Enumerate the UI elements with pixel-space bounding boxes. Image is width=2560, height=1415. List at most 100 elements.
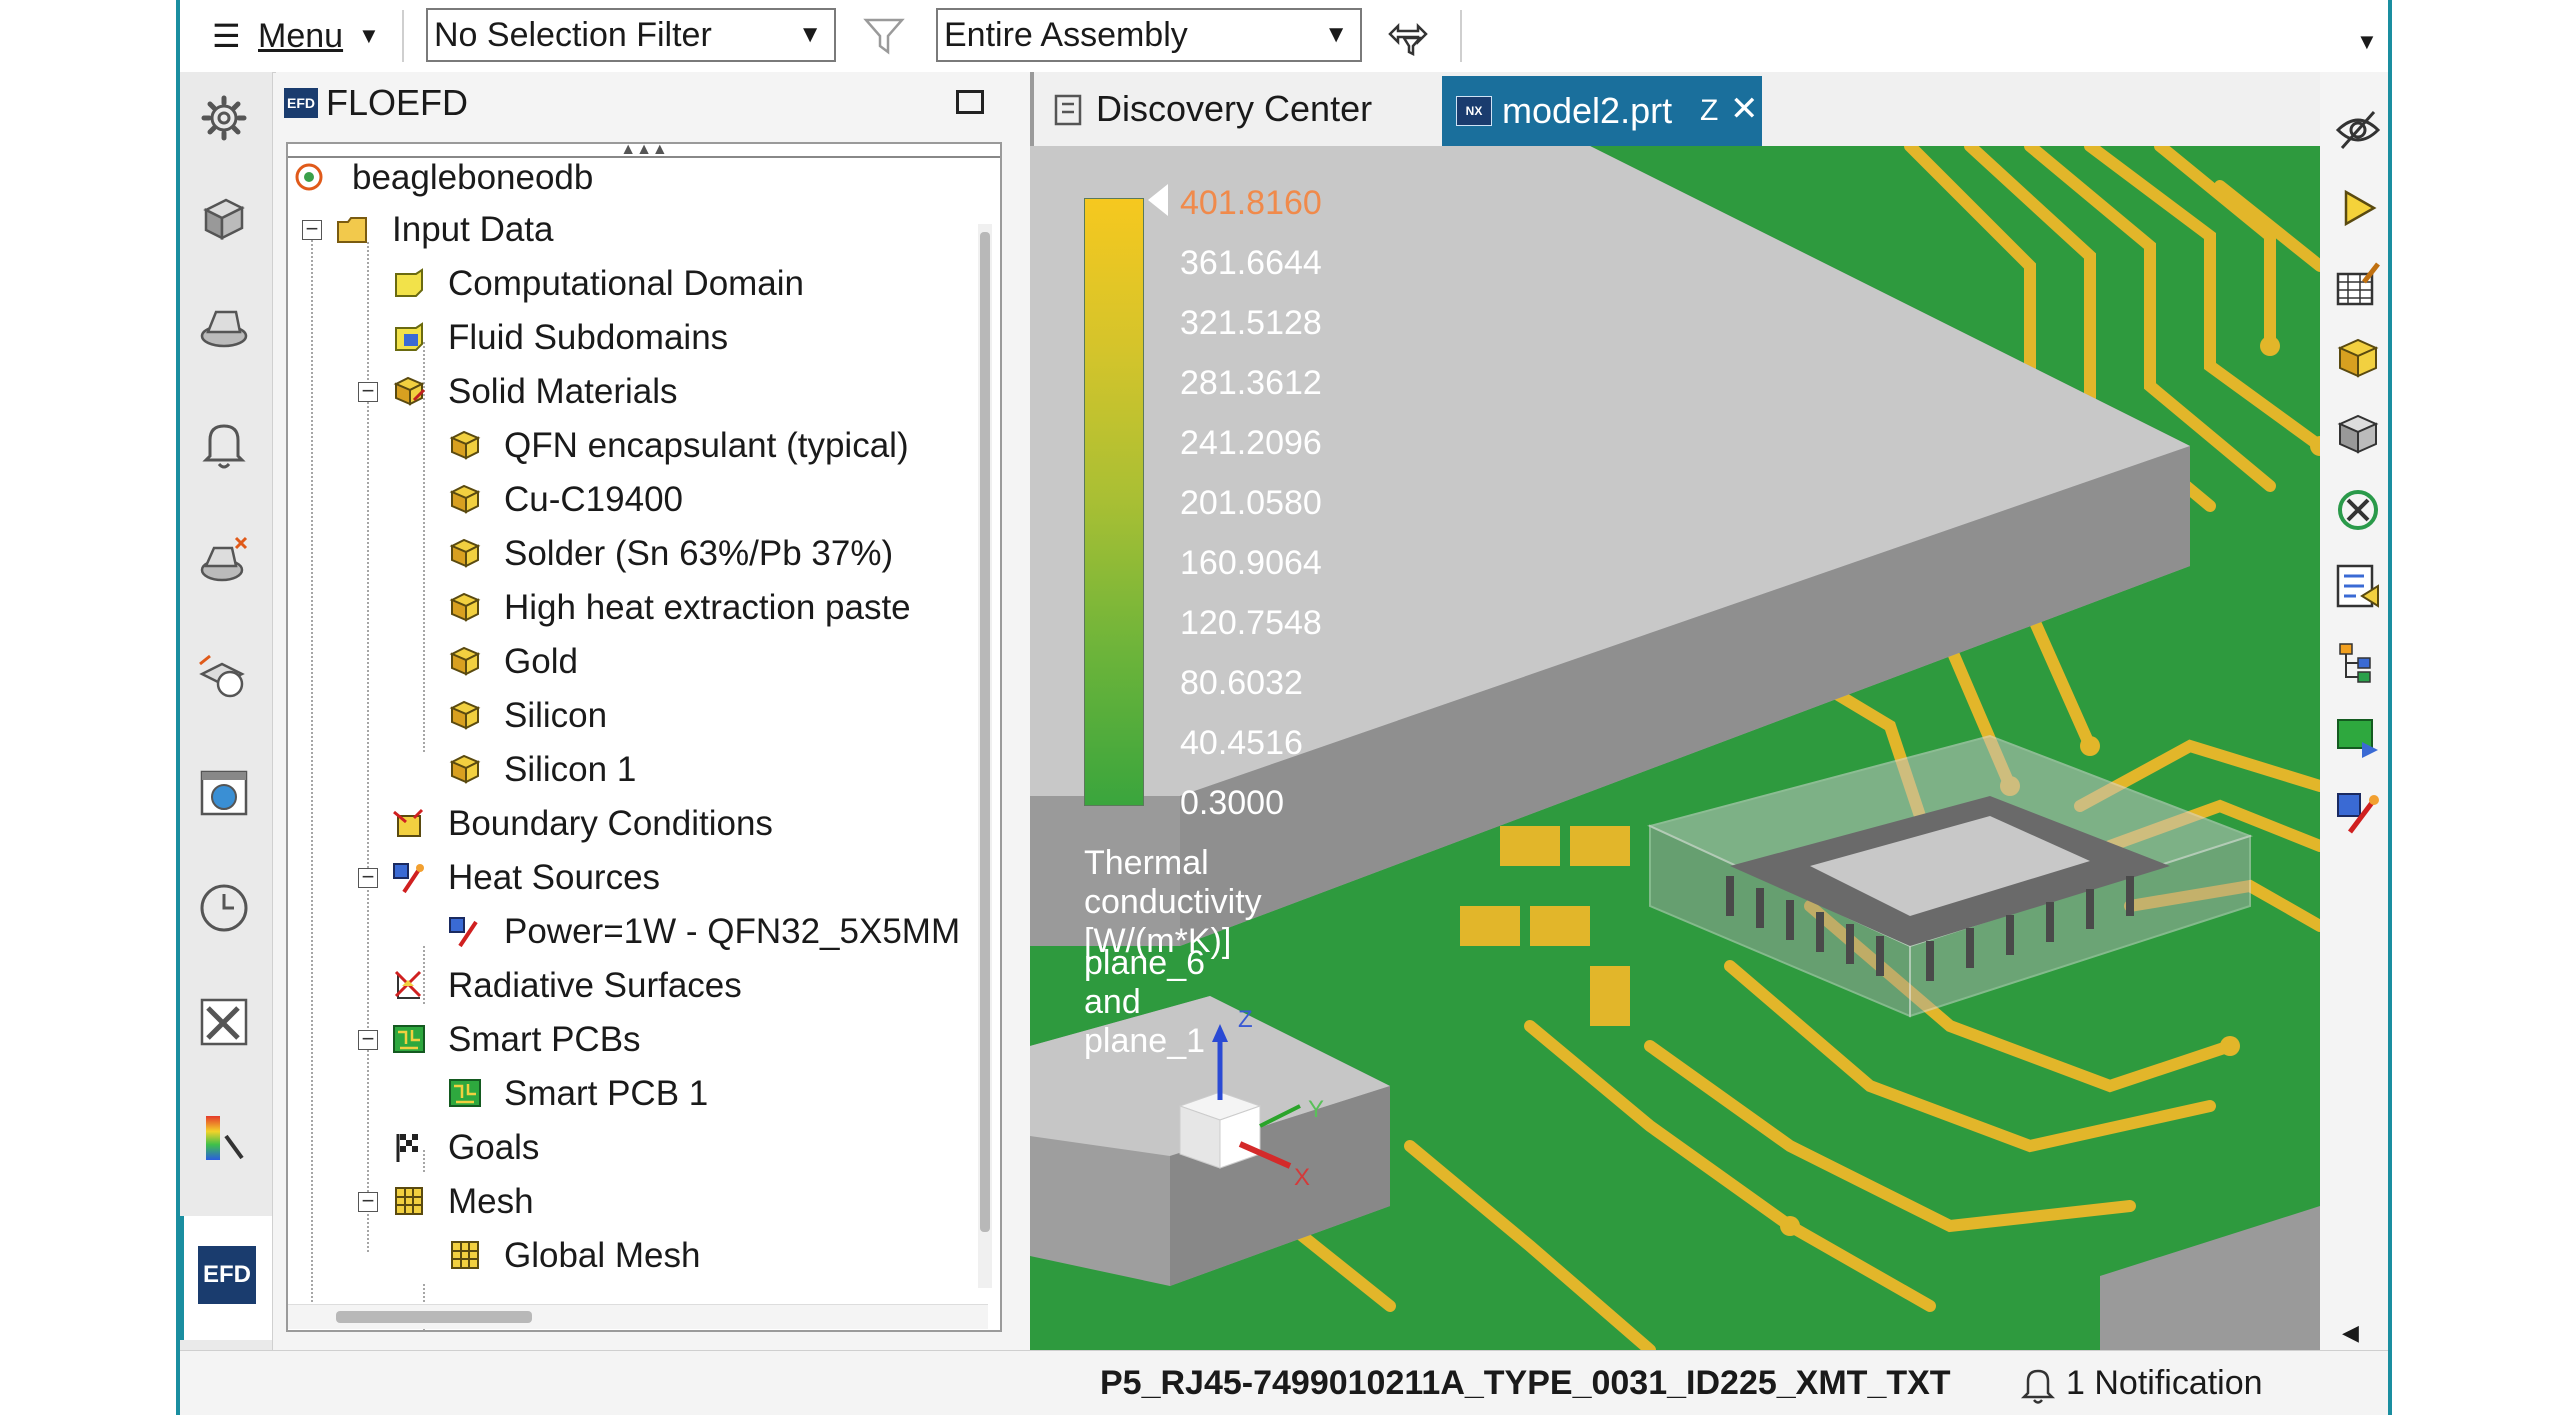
hide-eye-icon[interactable] [2334, 108, 2382, 152]
legend-max-value: 401.8160 [1180, 184, 1322, 222]
selection-intent-icon[interactable] [1386, 12, 1434, 60]
discovery-center-icon [1054, 94, 1082, 126]
results-palette-icon[interactable] [192, 1106, 256, 1170]
feature-tree: ▲▲▲ beagleboneodb − Input Data Computati… [286, 142, 1002, 1332]
toolbar-overflow-chevron-icon[interactable]: ▼ [2356, 6, 2378, 78]
triad-y-label: Y [1308, 1096, 1325, 1123]
close-icon[interactable]: ✕ [1730, 86, 1759, 132]
tree-label: Silicon 1 [504, 750, 637, 789]
gear-icon[interactable] [192, 86, 256, 150]
mesh-icon [451, 1241, 479, 1269]
toolbar-divider [402, 10, 404, 62]
material-icon [449, 484, 481, 514]
solid-material-icon [393, 376, 426, 406]
legend-value: 201.0580 [1180, 484, 1322, 522]
run-icon[interactable] [2334, 186, 2382, 230]
solver-refresh-icon[interactable] [2334, 486, 2382, 534]
chevron-down-icon: ▼ [1324, 21, 1348, 48]
table-edit-icon[interactable] [2334, 260, 2382, 308]
filter-icon[interactable] [862, 14, 906, 58]
material-icon [449, 700, 481, 730]
heat-source-tool-icon[interactable] [2334, 788, 2382, 836]
menu-icon[interactable]: ☰ [212, 0, 241, 72]
pcb-import-icon[interactable] [2334, 712, 2382, 760]
scrollbar-thumb[interactable] [980, 232, 990, 1232]
legend-value: 241.2096 [1180, 424, 1322, 462]
tab-model2[interactable]: NX model2.prt Z ✕ [1442, 76, 1762, 146]
mesh-icon [395, 1187, 423, 1215]
tree-label: Solder (Sn 63%/Pb 37%) [504, 534, 894, 573]
bell-icon[interactable] [2020, 1365, 2056, 1405]
collapse-icon[interactable]: − [358, 1190, 378, 1212]
collapse-icon[interactable]: − [358, 866, 378, 888]
heat-source-icon [449, 917, 478, 948]
tab-label: model2.prt [1502, 90, 1673, 131]
folder-icon [337, 217, 367, 243]
triad-z-label: Z [1238, 1006, 1253, 1033]
clock-icon[interactable] [192, 876, 256, 940]
reuse-library-icon[interactable] [192, 296, 256, 360]
legend-value: 321.5128 [1180, 304, 1322, 342]
tree-label: Global Mesh [504, 1236, 701, 1275]
legend-min-value: 0.3000 [1180, 784, 1284, 822]
vertical-scrollbar[interactable] [978, 224, 992, 1288]
tree-label: Gold [504, 642, 578, 681]
assembly-scope-dropdown[interactable]: Entire Assembly ▼ [936, 8, 1362, 62]
tree-label: QFN encapsulant (typical) [504, 426, 909, 465]
notification-count[interactable]: 1 Notification [2066, 1361, 2263, 1405]
legend-value: 160.9064 [1180, 544, 1322, 582]
constraint-navigator-icon[interactable] [192, 528, 256, 592]
material-icon [449, 754, 481, 784]
graphics-viewport[interactable]: 401.8160 361.6644 321.5128 281.3612 241.… [1030, 146, 2320, 1350]
selection-filter-dropdown[interactable]: No Selection Filter ▼ [426, 8, 836, 62]
material-icon [449, 430, 481, 460]
domain-icon [395, 268, 423, 297]
smart-pcb-icon [393, 1025, 425, 1053]
part-file-icon: NX [1456, 96, 1492, 126]
horizontal-scrollbar[interactable] [288, 1304, 988, 1329]
tree-label: Mesh [448, 1182, 534, 1221]
body-cube-icon[interactable] [2334, 410, 2382, 458]
heat-source-icon [393, 863, 424, 894]
tree-label: Cu-C19400 [504, 480, 683, 519]
collapse-icon[interactable]: − [358, 380, 378, 402]
tree-label: Goals [448, 1128, 540, 1167]
document-tabs: Discovery Center NX model2.prt Z ✕ [1030, 72, 2320, 1350]
right-toolbar: ◀ [2320, 72, 2388, 1350]
maximize-icon[interactable] [956, 90, 984, 114]
collapse-icon[interactable]: − [358, 1028, 378, 1050]
chevron-down-icon: ▼ [798, 21, 822, 48]
web-browser-icon[interactable] [192, 760, 256, 824]
legend-value: 281.3612 [1180, 364, 1322, 402]
history-navigator-icon[interactable] [192, 644, 256, 708]
checklist-icon[interactable] [2334, 562, 2382, 610]
menu-button[interactable]: Menu [258, 0, 343, 72]
collapse-icon[interactable]: − [302, 218, 322, 240]
collapse-left-arrow-icon[interactable]: ◀ [2342, 1320, 2359, 1346]
legend-value: 80.6032 [1180, 664, 1303, 702]
floefd-logo-icon: EFD [198, 1246, 256, 1304]
hierarchy-icon[interactable] [2334, 638, 2382, 686]
tree-label: Smart PCB 1 [504, 1074, 709, 1113]
floefd-tab[interactable]: EFD [180, 1216, 272, 1340]
legend-value: 40.4516 [1180, 724, 1303, 762]
tree-label: Fluid Subdomains [448, 318, 729, 357]
tree-label: Radiative Surfaces [448, 966, 742, 1005]
assembly-scope-value: Entire Assembly [944, 16, 1188, 54]
bell-icon[interactable] [192, 412, 256, 476]
tree-label: Computational Domain [448, 264, 805, 303]
tree-label: Input Data [392, 210, 554, 249]
scrollbar-thumb[interactable] [336, 1311, 532, 1323]
panel-title: FLOEFD [326, 82, 469, 123]
status-bar: P5_RJ45-7499010211A_TYPE_0031_ID225_XMT_… [180, 1350, 2388, 1415]
part-navigator-icon[interactable] [192, 186, 256, 250]
selection-filter-value: No Selection Filter [434, 16, 712, 54]
material-cube-icon[interactable] [2334, 334, 2382, 382]
tree-label: Boundary Conditions [448, 804, 773, 843]
floefd-panel: EFD FLOEFD ▲▲▲ beagleboneodb − Input Dat… [276, 72, 1046, 1350]
tree-label: Smart PCBs [448, 1020, 641, 1059]
tools-icon[interactable] [192, 990, 256, 1054]
tree-label: Solid Materials [448, 372, 678, 411]
menu-chevron-down-icon[interactable]: ▼ [358, 0, 380, 72]
tab-discovery-center[interactable]: Discovery Center [1040, 76, 1400, 142]
